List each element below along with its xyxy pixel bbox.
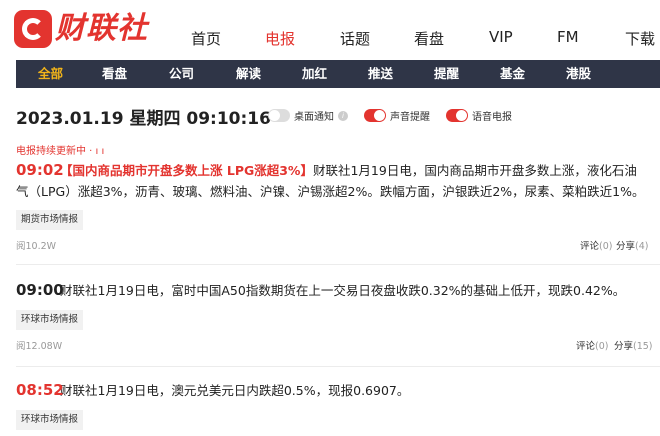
voice-telegraph-label: 语音电报 [472, 112, 512, 123]
top-nav: 首页 电报 话题 看盘 VIP FM 下载 [0, 0, 660, 58]
news-tag[interactable]: 环球市场情报 [16, 310, 84, 330]
tab-market[interactable]: 看盘 [102, 60, 127, 88]
update-status: 电报持续更新中 · ı ı [16, 146, 105, 157]
sound-alert-label: 声音提醒 [390, 112, 430, 123]
tab-highlighted[interactable]: 加红 [302, 60, 327, 88]
news-tag[interactable]: 期货市场情报 [16, 210, 84, 230]
voice-telegraph-toggle-group[interactable]: 语音电报 [446, 108, 512, 123]
nav-market[interactable]: 看盘 [414, 28, 444, 49]
news-body[interactable]: 【国内商品期市开盘多数上涨 LPG涨超3%】财联社1月19日电，国内商品期市开盘… [16, 160, 646, 202]
comment-label: 评论 [580, 241, 600, 252]
news-body[interactable]: 财联社1月19日电，富时中国A50指数期货在上一交易日夜盘收跌0.32%的基础上… [16, 280, 646, 301]
share-count: (4) [635, 241, 649, 252]
desktop-notify-label: 桌面通知 [294, 112, 334, 123]
news-time: 09:02 [16, 161, 64, 179]
read-count: 阅10.2W [16, 241, 57, 252]
news-title[interactable]: 【国内商品期市开盘多数上涨 LPG涨超3%】 [60, 163, 313, 178]
share-label: 分享 [614, 341, 634, 352]
nav-topics[interactable]: 话题 [340, 28, 370, 49]
desktop-notify-toggle-group[interactable]: 桌面通知 i [268, 108, 348, 123]
comment-button[interactable]: 评论(0) [580, 238, 612, 252]
news-item: 财联社1月19日电，富时中国A50指数期货在上一交易日夜盘收跌0.32%的基础上… [16, 280, 660, 360]
desktop-notify-toggle[interactable] [268, 109, 290, 122]
news-time: 08:52 [16, 381, 64, 399]
divider [16, 366, 660, 367]
category-nav: 全部 看盘 公司 解读 加红 推送 提醒 基金 港股 [16, 60, 660, 88]
share-button[interactable]: 分享(15) [614, 338, 653, 352]
share-count: (15) [633, 341, 653, 352]
tab-company[interactable]: 公司 [169, 60, 194, 88]
divider [16, 264, 660, 265]
comment-count: (0) [595, 341, 609, 352]
tab-push[interactable]: 推送 [368, 60, 393, 88]
share-button[interactable]: 分享(4) [616, 238, 648, 252]
sound-alert-toggle[interactable] [364, 109, 386, 122]
info-icon[interactable]: i [338, 110, 348, 121]
nav-vip[interactable]: VIP [489, 28, 513, 46]
voice-telegraph-toggle[interactable] [446, 109, 468, 122]
read-count: 阅12.08W [16, 341, 63, 352]
tab-all[interactable]: 全部 [38, 60, 63, 88]
tab-hk-stocks[interactable]: 港股 [566, 60, 591, 88]
tab-analysis[interactable]: 解读 [236, 60, 261, 88]
nav-telegraph[interactable]: 电报 [265, 28, 295, 49]
current-datetime: 2023.01.19 星期四 09:10:16 [16, 109, 271, 129]
news-tag[interactable]: 环球市场情报 [16, 410, 84, 430]
news-text: 财联社1月19日电，澳元兑美元日内跌超0.5%，现报0.6907。 [60, 383, 410, 398]
top-header: 财联社 首页 电报 话题 看盘 VIP FM 下载 [0, 0, 660, 58]
comment-count: (0) [599, 241, 613, 252]
news-item: 财联社1月19日电，澳元兑美元日内跌超0.5%，现报0.6907。 08:52 … [16, 380, 660, 436]
news-time: 09:00 [16, 281, 64, 299]
tab-reminder[interactable]: 提醒 [434, 60, 459, 88]
news-item: 【国内商品期市开盘多数上涨 LPG涨超3%】财联社1月19日电，国内商品期市开盘… [16, 160, 660, 260]
sound-alert-toggle-group[interactable]: 声音提醒 [364, 108, 430, 123]
tab-fund[interactable]: 基金 [500, 60, 525, 88]
share-label: 分享 [616, 241, 636, 252]
comment-button[interactable]: 评论(0) [576, 338, 608, 352]
news-text: 财联社1月19日电，富时中国A50指数期货在上一交易日夜盘收跌0.32%的基础上… [60, 283, 626, 298]
comment-label: 评论 [576, 341, 596, 352]
nav-fm[interactable]: FM [557, 28, 579, 46]
nav-download[interactable]: 下载 [625, 28, 655, 49]
news-body[interactable]: 财联社1月19日电，澳元兑美元日内跌超0.5%，现报0.6907。 [16, 380, 646, 401]
nav-home[interactable]: 首页 [191, 28, 221, 49]
